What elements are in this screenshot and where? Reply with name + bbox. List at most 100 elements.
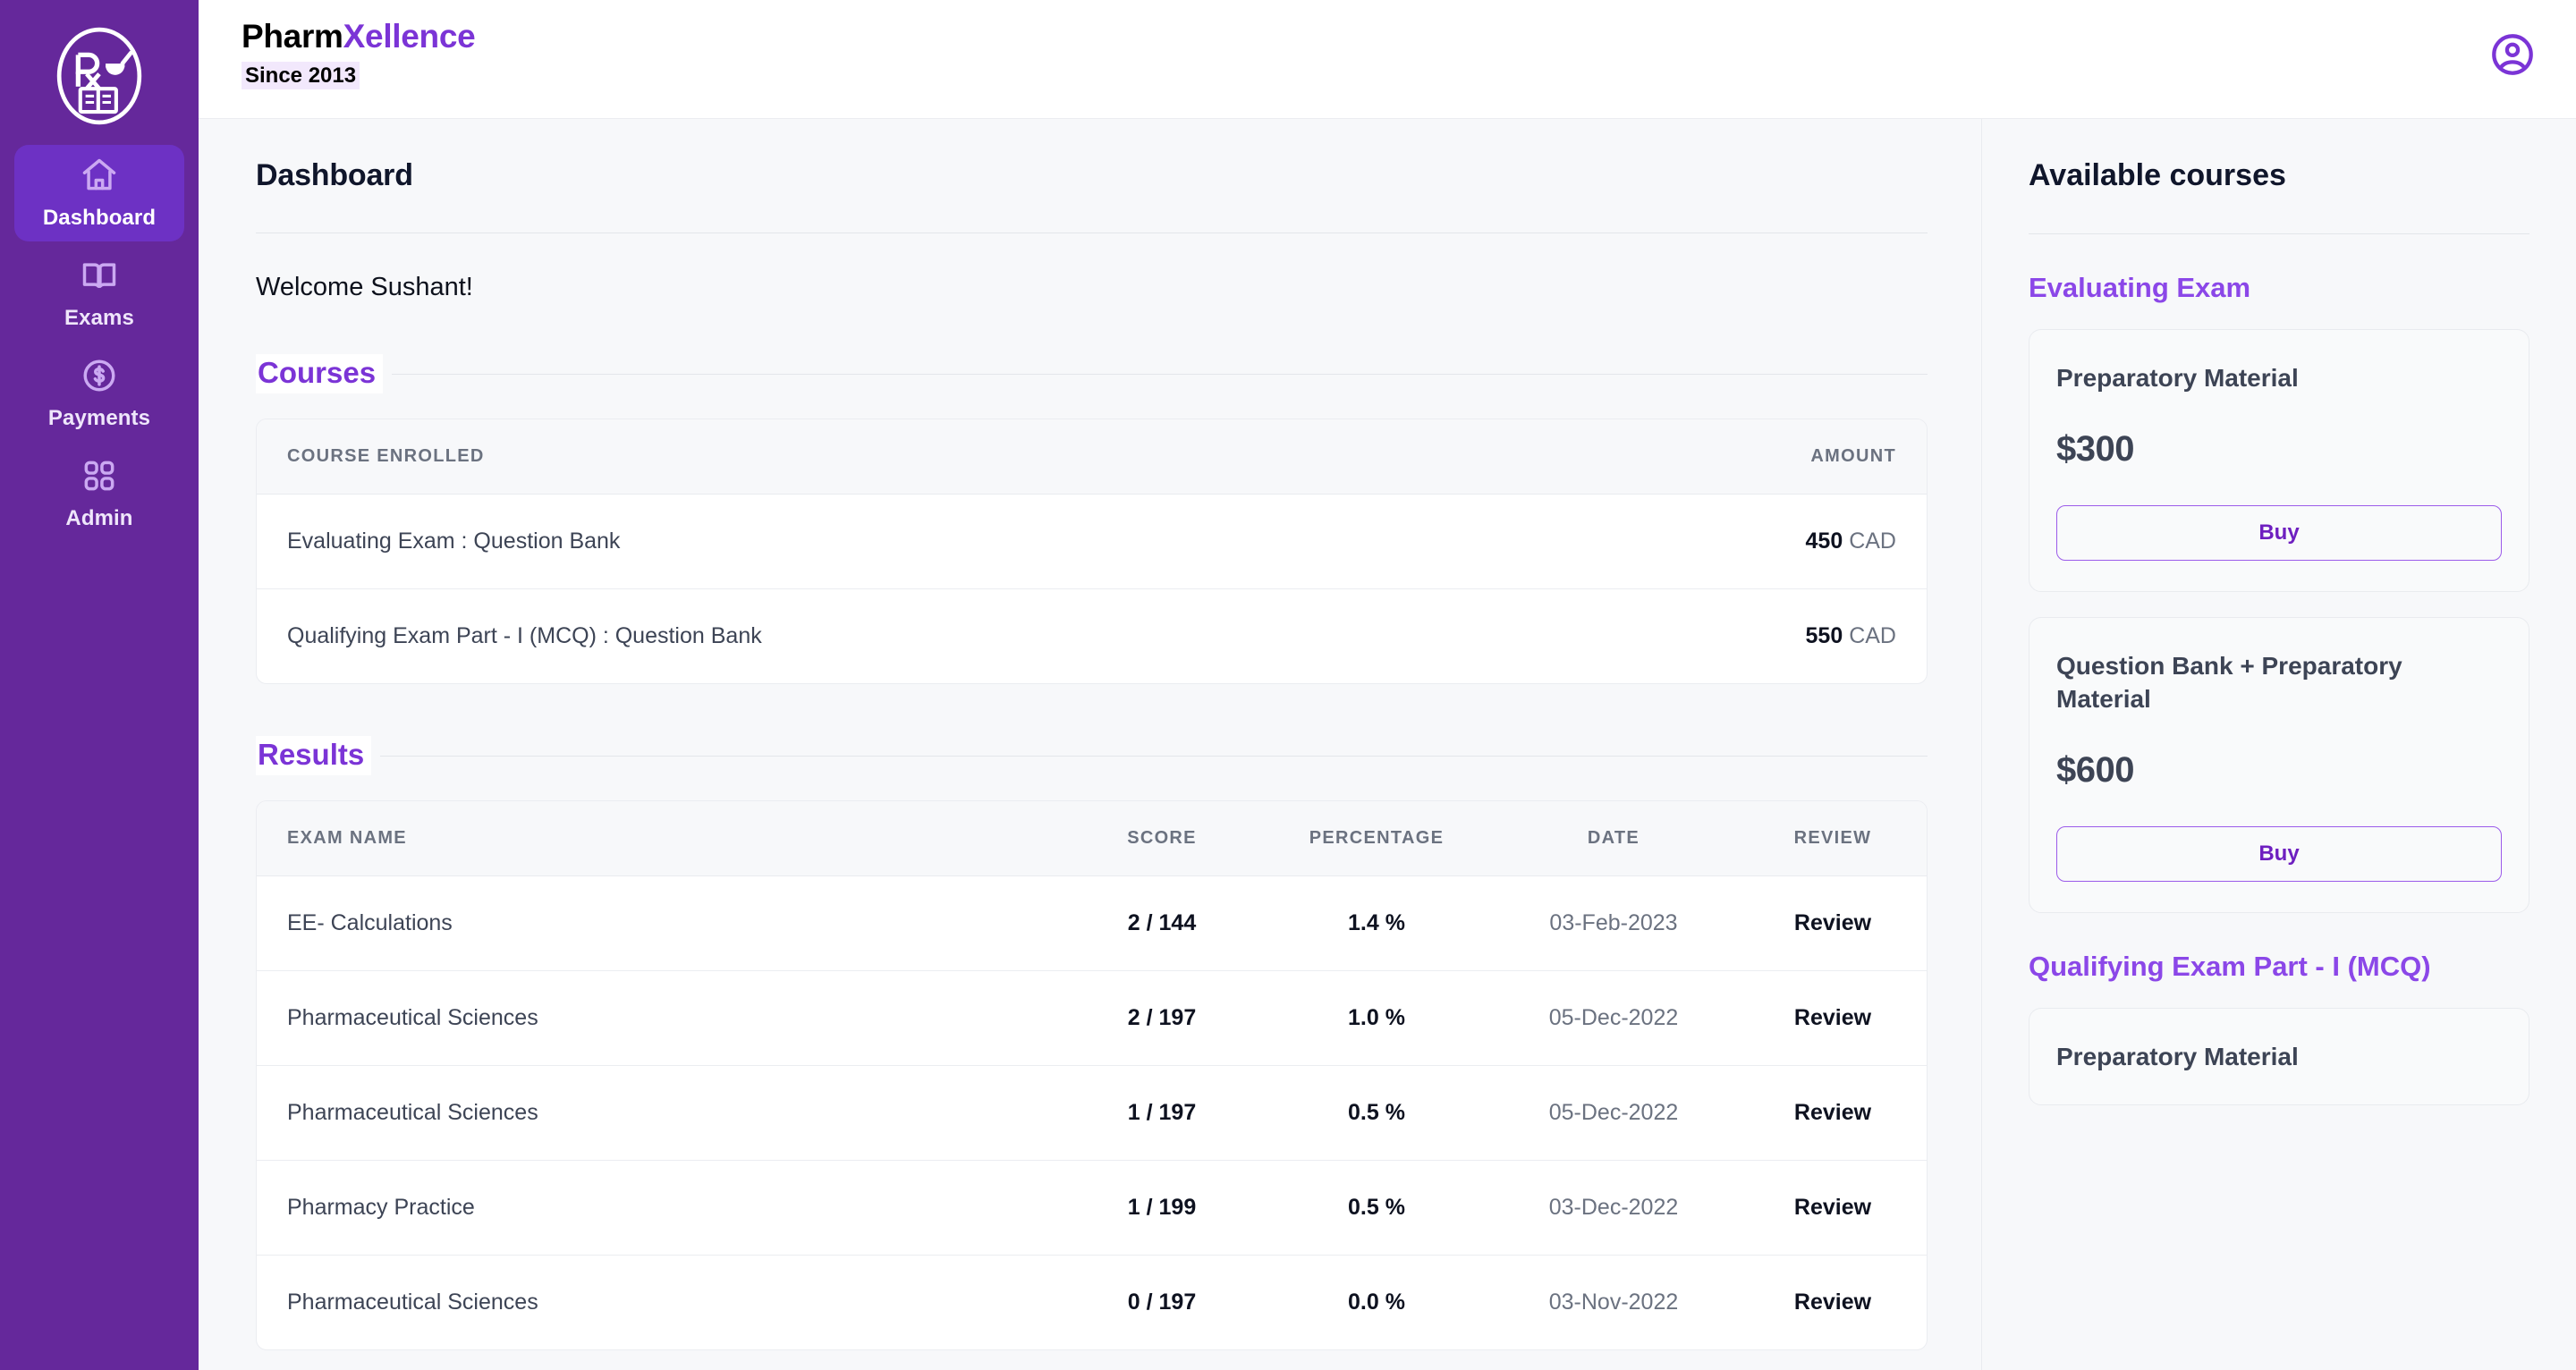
date-cell: 05-Dec-2022 bbox=[1488, 1065, 1739, 1161]
score-cell: 0 / 197 bbox=[1127, 1290, 1197, 1315]
review-link[interactable]: Review bbox=[1739, 970, 1927, 1066]
brand-block: PharmXellence Since 2013 bbox=[242, 18, 476, 90]
results-table: EXAM NAME SCORE PERCENTAGE DATE REVIEW E… bbox=[257, 801, 1927, 1349]
courses-section-title: Courses bbox=[256, 354, 384, 393]
top-header: PharmXellence Since 2013 bbox=[199, 0, 2576, 119]
table-row: Pharmaceutical Sciences 2 / 197 1.0 % 05… bbox=[257, 970, 1927, 1066]
stage: PharmXellence Since 2013 Dashboard Welco… bbox=[199, 0, 2576, 1370]
brand-logo[interactable] bbox=[47, 23, 152, 129]
review-link[interactable]: Review bbox=[1739, 1065, 1927, 1161]
buy-button[interactable]: Buy bbox=[2056, 825, 2502, 882]
column-header-date: DATE bbox=[1488, 801, 1739, 876]
dollar-circle-icon bbox=[80, 356, 119, 395]
column-header-amount: AMOUNT bbox=[1605, 419, 1927, 495]
main-content: Dashboard Welcome Sushant! Courses COURS… bbox=[199, 119, 1982, 1370]
table-row: Pharmaceutical Sciences 1 / 197 0.5 % 05… bbox=[257, 1065, 1927, 1161]
exam-name-cell: Pharmaceutical Sciences bbox=[257, 1065, 1059, 1161]
score-cell: 2 / 144 bbox=[1059, 875, 1265, 971]
sidebar-nav: Dashboard Exams Payments Admin bbox=[0, 145, 199, 545]
results-table-head: EXAM NAME SCORE PERCENTAGE DATE REVIEW bbox=[257, 801, 1927, 876]
table-row: Qualifying Exam Part - I (MCQ) : Questio… bbox=[257, 589, 1927, 684]
column-header-percentage: PERCENTAGE bbox=[1265, 801, 1488, 876]
product-card: Preparatory Material $300 Buy bbox=[2029, 329, 2529, 592]
table-row: Evaluating Exam : Question Bank 450 CAD bbox=[257, 494, 1927, 589]
courses-table-body: Evaluating Exam : Question Bank 450 CAD … bbox=[257, 494, 1927, 684]
sidebar-item-payments[interactable]: Payments bbox=[14, 345, 184, 442]
content-split: Dashboard Welcome Sushant! Courses COURS… bbox=[199, 119, 2576, 1370]
course-amount-cell: 550 CAD bbox=[1605, 589, 1927, 684]
score-cell: 1 / 197 bbox=[1059, 1065, 1265, 1161]
amount-value: 550 bbox=[1805, 623, 1843, 648]
page-title: Dashboard bbox=[256, 158, 413, 192]
table-row: Pharmaceutical Sciences 0 / 197 0.0 % 03… bbox=[257, 1256, 1927, 1350]
amount-currency: CAD bbox=[1849, 623, 1896, 648]
percentage-cell: 0.0 % bbox=[1348, 1290, 1405, 1315]
percentage-cell: 1.0 % bbox=[1265, 970, 1488, 1066]
sidebar-item-label: Admin bbox=[65, 506, 133, 530]
course-name-cell: Qualifying Exam Part - I (MCQ) : Questio… bbox=[287, 623, 762, 648]
home-icon bbox=[80, 156, 119, 195]
course-name-cell: Evaluating Exam : Question Bank bbox=[257, 494, 1605, 589]
date-cell: 05-Dec-2022 bbox=[1488, 970, 1739, 1066]
date-cell: 03-Nov-2022 bbox=[1548, 1290, 1679, 1315]
sidebar-item-admin[interactable]: Admin bbox=[14, 445, 184, 542]
user-circle-icon[interactable] bbox=[2488, 30, 2537, 79]
available-courses-title: Available courses bbox=[2029, 158, 2286, 192]
column-header-review: REVIEW bbox=[1739, 801, 1927, 876]
welcome-message: Welcome Sushant! bbox=[256, 273, 473, 301]
sidebar-item-dashboard[interactable]: Dashboard bbox=[14, 145, 184, 241]
section-divider bbox=[392, 373, 1928, 375]
review-link[interactable]: Review bbox=[1739, 1160, 1927, 1256]
results-section-title: Results bbox=[256, 736, 372, 775]
courses-section-header: Courses bbox=[256, 354, 1928, 393]
table-row: Pharmacy Practice 1 / 199 0.5 % 03-Dec-2… bbox=[257, 1160, 1927, 1256]
amount-value: 450 bbox=[1805, 529, 1843, 554]
score-cell: 1 / 199 bbox=[1059, 1160, 1265, 1256]
available-courses-panel: Available courses Evaluating Exam Prepar… bbox=[1982, 119, 2576, 1370]
product-price: $600 bbox=[2056, 749, 2134, 790]
product-price: $300 bbox=[2056, 428, 2134, 469]
app-title: PharmXellence bbox=[242, 18, 476, 55]
left-sidebar: Dashboard Exams Payments Admin bbox=[0, 0, 199, 1370]
sidebar-item-label: Dashboard bbox=[42, 206, 157, 230]
brand-tagline: Since 2013 bbox=[242, 61, 360, 90]
column-header-course-enrolled: COURSE ENROLLED bbox=[257, 419, 1605, 495]
review-link[interactable]: Review bbox=[1739, 1256, 1927, 1350]
product-name: Question Bank + Preparatory Material bbox=[2056, 651, 2402, 713]
column-header-exam-name: EXAM NAME bbox=[257, 801, 1059, 876]
sidebar-item-exams[interactable]: Exams bbox=[14, 245, 184, 342]
buy-button[interactable]: Buy bbox=[2056, 504, 2502, 561]
exam-name-cell: EE- Calculations bbox=[257, 875, 1059, 971]
review-link[interactable]: Review bbox=[1739, 875, 1927, 971]
table-header-row: COURSE ENROLLED AMOUNT bbox=[257, 419, 1927, 495]
column-header-score: SCORE bbox=[1059, 801, 1265, 876]
sidebar-item-label: Exams bbox=[64, 306, 134, 330]
product-card: Preparatory Material bbox=[2029, 1007, 2529, 1105]
product-card: Question Bank + Preparatory Material $60… bbox=[2029, 616, 2529, 913]
courses-table-card: COURSE ENROLLED AMOUNT Evaluating Exam :… bbox=[256, 419, 1928, 684]
grid-squares-icon bbox=[80, 456, 119, 495]
date-cell: 03-Dec-2022 bbox=[1488, 1160, 1739, 1256]
app-title-accent: Xellence bbox=[343, 18, 476, 55]
exam-name-cell: Pharmaceutical Sciences bbox=[287, 1290, 538, 1315]
exam-name-cell: Pharmacy Practice bbox=[257, 1160, 1059, 1256]
app-root: Dashboard Exams Payments Admin PharmXell… bbox=[0, 0, 2576, 1370]
section-divider bbox=[380, 755, 1928, 757]
book-open-icon bbox=[80, 256, 119, 295]
course-amount-cell: 450 CAD bbox=[1605, 494, 1927, 589]
results-table-card: EXAM NAME SCORE PERCENTAGE DATE REVIEW E… bbox=[256, 800, 1928, 1350]
table-row: EE- Calculations 2 / 144 1.4 % 03-Feb-20… bbox=[257, 875, 1927, 971]
course-group-title-evaluating-exam: Evaluating Exam bbox=[2029, 272, 2251, 303]
results-section-header: Results bbox=[256, 736, 1928, 775]
courses-table-head: COURSE ENROLLED AMOUNT bbox=[257, 419, 1927, 495]
date-cell: 03-Feb-2023 bbox=[1488, 875, 1739, 971]
sidebar-item-label: Payments bbox=[47, 406, 151, 430]
course-group-title-qualifying-exam: Qualifying Exam Part - I (MCQ) bbox=[2029, 950, 2431, 982]
exam-name-cell: Pharmaceutical Sciences bbox=[257, 970, 1059, 1066]
product-name: Preparatory Material bbox=[2056, 364, 2299, 392]
percentage-cell: 1.4 % bbox=[1265, 875, 1488, 971]
courses-table: COURSE ENROLLED AMOUNT Evaluating Exam :… bbox=[257, 419, 1927, 683]
app-title-primary: Pharm bbox=[242, 18, 343, 55]
product-name: Preparatory Material bbox=[2056, 1042, 2299, 1070]
percentage-cell: 0.5 % bbox=[1265, 1160, 1488, 1256]
